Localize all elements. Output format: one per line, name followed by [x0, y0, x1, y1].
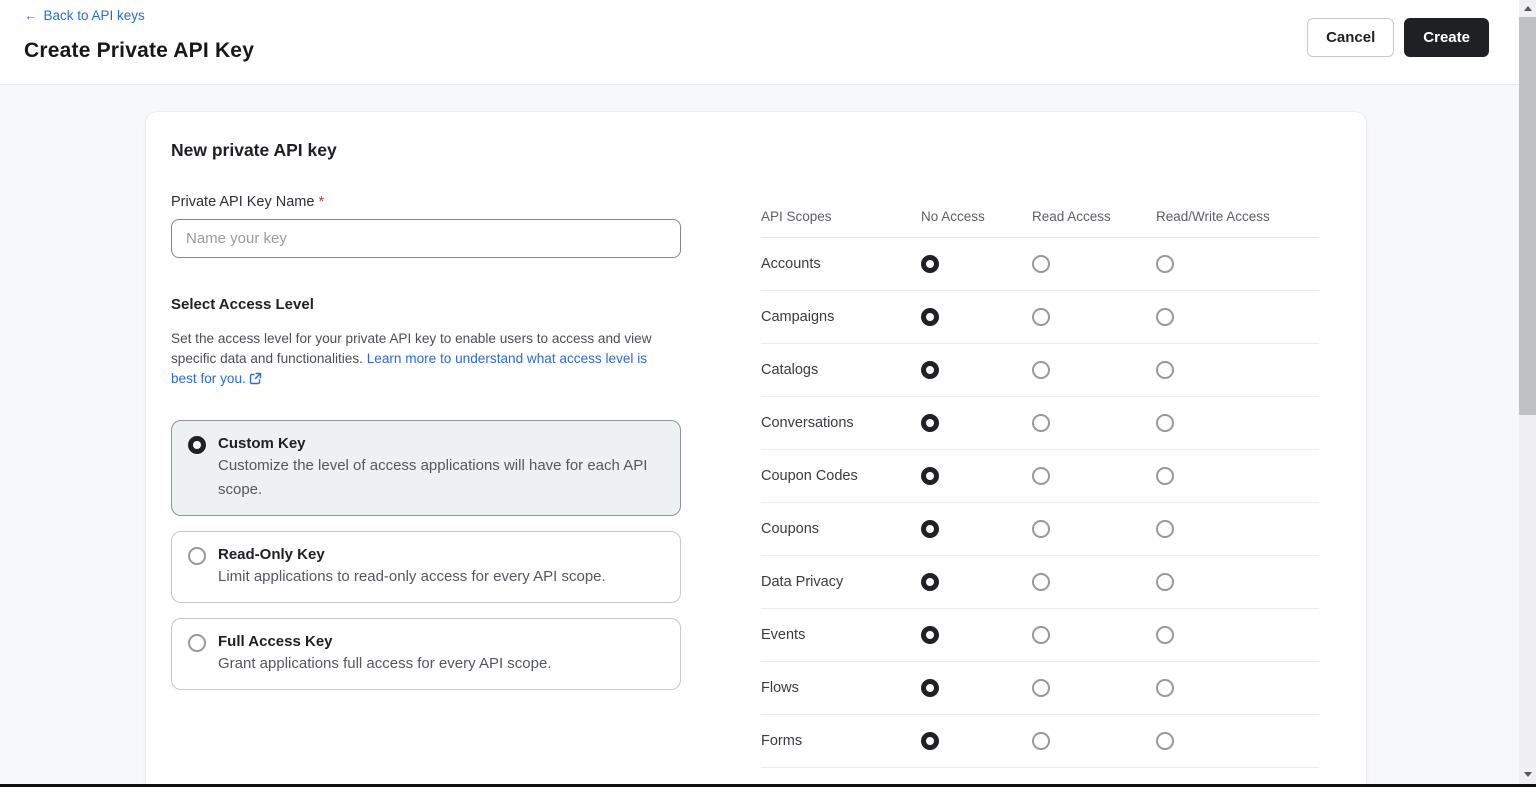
- read-write-access-radio[interactable]: [1156, 255, 1174, 273]
- vertical-scrollbar[interactable]: [1519, 0, 1536, 787]
- create-button[interactable]: Create: [1404, 18, 1489, 57]
- column-header-read-write-access: Read/Write Access: [1156, 209, 1270, 224]
- read-write-access-radio[interactable]: [1156, 626, 1174, 644]
- scope-row: Data Privacy: [761, 556, 1319, 609]
- key-name-label: Private API Key Name *: [171, 194, 324, 210]
- scope-label: Events: [761, 627, 806, 643]
- scope-label: Coupons: [761, 521, 820, 537]
- read-write-access-radio[interactable]: [1156, 520, 1174, 538]
- read-access-radio[interactable]: [1032, 573, 1050, 591]
- header-actions: Cancel Create: [1307, 18, 1489, 57]
- scope-label: Flows: [761, 680, 799, 696]
- no-access-radio[interactable]: [921, 732, 939, 750]
- api-scopes-table: API Scopes No Access Read Access Read/Wr…: [761, 196, 1319, 768]
- access-level-heading: Select Access Level: [171, 296, 314, 313]
- scope-row: Coupons: [761, 503, 1319, 556]
- access-option-text: Custom Key Customize the level of access…: [218, 434, 664, 502]
- read-write-access-radio[interactable]: [1156, 732, 1174, 750]
- read-write-access-radio[interactable]: [1156, 573, 1174, 591]
- read-access-radio[interactable]: [1032, 414, 1050, 432]
- scope-row: Catalogs: [761, 344, 1319, 397]
- access-level-option-custom-key[interactable]: Custom Key Customize the level of access…: [171, 420, 681, 516]
- access-option-text: Read-Only Key Limit applications to read…: [218, 545, 664, 589]
- external-link-icon: [249, 371, 262, 391]
- read-access-radio[interactable]: [1032, 732, 1050, 750]
- scope-label: Accounts: [761, 256, 821, 272]
- key-name-label-text: Private API Key Name: [171, 194, 315, 210]
- scopes-table-header: API Scopes No Access Read Access Read/Wr…: [761, 196, 1319, 238]
- no-access-radio[interactable]: [921, 573, 939, 591]
- cancel-button[interactable]: Cancel: [1307, 18, 1395, 57]
- scope-label: Catalogs: [761, 362, 819, 378]
- access-option-description: Grant applications full access for every…: [218, 655, 552, 672]
- scope-row: Accounts: [761, 238, 1319, 291]
- read-access-radio[interactable]: [1032, 626, 1050, 644]
- scrollbar-up-icon[interactable]: [1519, 0, 1536, 17]
- read-access-radio[interactable]: [1032, 467, 1050, 485]
- access-option-title: Read-Only Key: [218, 546, 325, 563]
- no-access-radio[interactable]: [921, 520, 939, 538]
- column-header-no-access: No Access: [921, 209, 985, 224]
- scope-row: Coupon Codes: [761, 450, 1319, 503]
- read-write-access-radio[interactable]: [1156, 414, 1174, 432]
- back-link-label: Back to API keys: [43, 8, 145, 23]
- no-access-radio[interactable]: [921, 414, 939, 432]
- scope-row: Events: [761, 609, 1319, 662]
- read-access-radio[interactable]: [1032, 308, 1050, 326]
- new-api-key-card: New private API key Private API Key Name…: [145, 111, 1367, 787]
- read-access-radio[interactable]: [1032, 520, 1050, 538]
- read-access-radio[interactable]: [1032, 679, 1050, 697]
- key-name-input[interactable]: [171, 219, 681, 258]
- access-level-description: Set the access level for your private AP…: [171, 329, 673, 391]
- scope-row: Forms: [761, 715, 1319, 768]
- read-write-access-radio[interactable]: [1156, 679, 1174, 697]
- read-write-access-radio[interactable]: [1156, 308, 1174, 326]
- back-to-api-keys-link[interactable]: ← Back to API keys: [24, 8, 145, 23]
- read-write-access-radio[interactable]: [1156, 361, 1174, 379]
- back-arrow-icon: ←: [24, 8, 38, 23]
- no-access-radio[interactable]: [921, 626, 939, 644]
- access-level-option-full-access-key[interactable]: Full Access Key Grant applications full …: [171, 618, 681, 690]
- no-access-radio[interactable]: [921, 361, 939, 379]
- access-option-description: Customize the level of access applicatio…: [218, 457, 648, 498]
- no-access-radio[interactable]: [921, 255, 939, 273]
- page-content: New private API key Private API Key Name…: [0, 85, 1519, 787]
- scope-row: Campaigns: [761, 291, 1319, 344]
- access-option-text: Full Access Key Grant applications full …: [218, 632, 664, 676]
- scope-label: Forms: [761, 733, 803, 749]
- card-title: New private API key: [171, 140, 337, 160]
- read-access-radio[interactable]: [1032, 361, 1050, 379]
- scope-label: Coupon Codes: [761, 468, 858, 484]
- no-access-radio[interactable]: [921, 679, 939, 697]
- access-option-radio[interactable]: [188, 547, 206, 565]
- scrollbar-down-icon[interactable]: [1519, 766, 1536, 783]
- access-level-options: Custom Key Customize the level of access…: [171, 420, 681, 690]
- column-header-read-access: Read Access: [1032, 209, 1111, 224]
- access-option-description: Limit applications to read-only access f…: [218, 568, 606, 585]
- read-write-access-radio[interactable]: [1156, 467, 1174, 485]
- page-header: ← Back to API keys Create Private API Ke…: [0, 0, 1519, 85]
- scopes-table-body: Accounts Campaigns Catalogs Conversation…: [761, 238, 1319, 768]
- read-access-radio[interactable]: [1032, 255, 1050, 273]
- scope-label: Campaigns: [761, 309, 835, 325]
- access-level-option-read-only-key[interactable]: Read-Only Key Limit applications to read…: [171, 531, 681, 603]
- no-access-radio[interactable]: [921, 467, 939, 485]
- required-asterisk: *: [318, 194, 325, 210]
- access-option-radio[interactable]: [188, 436, 206, 454]
- access-option-title: Full Access Key: [218, 633, 333, 650]
- page-title: Create Private API Key: [24, 39, 255, 62]
- access-option-title: Custom Key: [218, 435, 306, 452]
- scope-label: Data Privacy: [761, 574, 844, 590]
- column-header-api-scopes: API Scopes: [761, 209, 832, 224]
- access-option-radio[interactable]: [188, 634, 206, 652]
- no-access-radio[interactable]: [921, 308, 939, 326]
- scrollbar-thumb[interactable]: [1519, 17, 1536, 415]
- scope-label: Conversations: [761, 415, 854, 431]
- scope-row: Flows: [761, 662, 1319, 715]
- scope-row: Conversations: [761, 397, 1319, 450]
